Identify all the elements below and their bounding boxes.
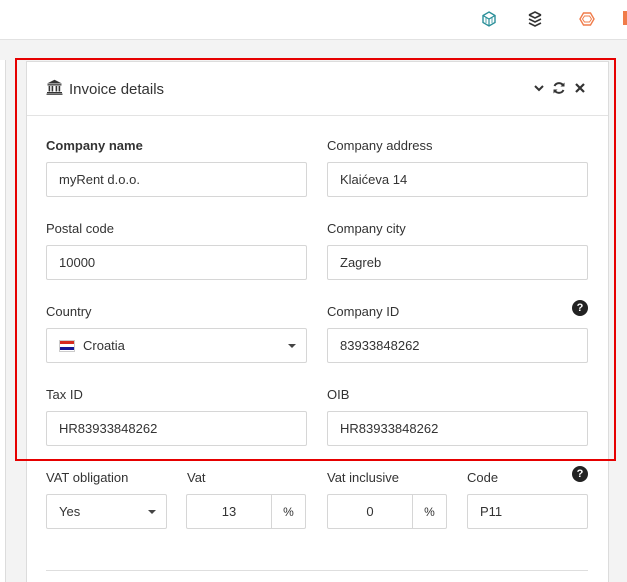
chevron-down-icon <box>534 85 544 92</box>
vat-inclusive-input-group: 0 % <box>327 494 447 529</box>
postal-code-label: Postal code <box>46 221 114 236</box>
vat-obligation-value: Yes <box>59 504 81 519</box>
caret-down-icon <box>288 344 296 348</box>
layers-icon[interactable] <box>525 9 545 29</box>
bank-icon <box>46 79 63 100</box>
company-id-input[interactable]: 83933848262 <box>327 328 588 363</box>
panel-title: Invoice details <box>69 80 165 98</box>
country-label: Country <box>46 304 92 319</box>
close-button[interactable] <box>572 80 588 96</box>
company-city-label: Company city <box>327 221 406 236</box>
vat-input[interactable]: 13 <box>187 495 271 528</box>
vat-inclusive-input[interactable]: 0 <box>328 495 412 528</box>
panel-header: Invoice details <box>27 62 608 116</box>
vat-inclusive-percent-addon: % <box>412 495 446 528</box>
vat-label: Vat <box>187 470 206 485</box>
code-input[interactable]: P11 <box>467 494 588 529</box>
code-label: Code <box>467 470 499 485</box>
collapse-button[interactable] <box>531 80 547 96</box>
oib-label: OIB <box>327 387 350 402</box>
country-select[interactable]: Croatia <box>46 328 307 363</box>
croatia-flag-icon <box>59 339 75 352</box>
company-address-label: Company address <box>327 138 433 153</box>
company-id-label: Company ID <box>327 304 400 319</box>
vat-percent-addon: % <box>271 495 305 528</box>
refresh-button[interactable] <box>551 80 567 96</box>
oib-input[interactable]: HR83933848262 <box>327 411 588 446</box>
vat-input-group: 13 % <box>186 494 306 529</box>
tax-id-label: Tax ID <box>46 387 83 402</box>
top-toolbar <box>0 0 627 40</box>
vat-obligation-label: VAT obligation <box>46 470 129 485</box>
company-name-input[interactable]: myRent d.o.o. <box>46 162 307 197</box>
company-address-input[interactable]: Klaićeva 14 <box>327 162 588 197</box>
vat-obligation-select[interactable]: Yes <box>46 494 167 529</box>
company-city-input[interactable]: Zagreb <box>327 245 588 280</box>
company-id-help-icon[interactable]: ? <box>572 300 588 316</box>
cube-icon[interactable] <box>479 9 499 29</box>
left-gutter <box>0 60 6 582</box>
vat-inclusive-label: Vat inclusive <box>327 470 400 485</box>
caret-down-icon <box>148 510 156 514</box>
panel-title-wrap: Invoice details <box>46 79 164 99</box>
tax-id-input[interactable]: HR83933848262 <box>46 411 307 446</box>
code-help-icon[interactable]: ? <box>572 466 588 482</box>
refresh-icon <box>553 82 565 94</box>
section-divider <box>46 570 588 571</box>
country-select-value: Croatia <box>83 338 125 353</box>
postal-code-input[interactable]: 10000 <box>46 245 307 280</box>
close-icon <box>575 83 585 93</box>
toolbar-edge-marker <box>623 11 627 25</box>
company-name-label: Company name <box>46 138 143 153</box>
hexagon-icon[interactable] <box>577 9 597 29</box>
